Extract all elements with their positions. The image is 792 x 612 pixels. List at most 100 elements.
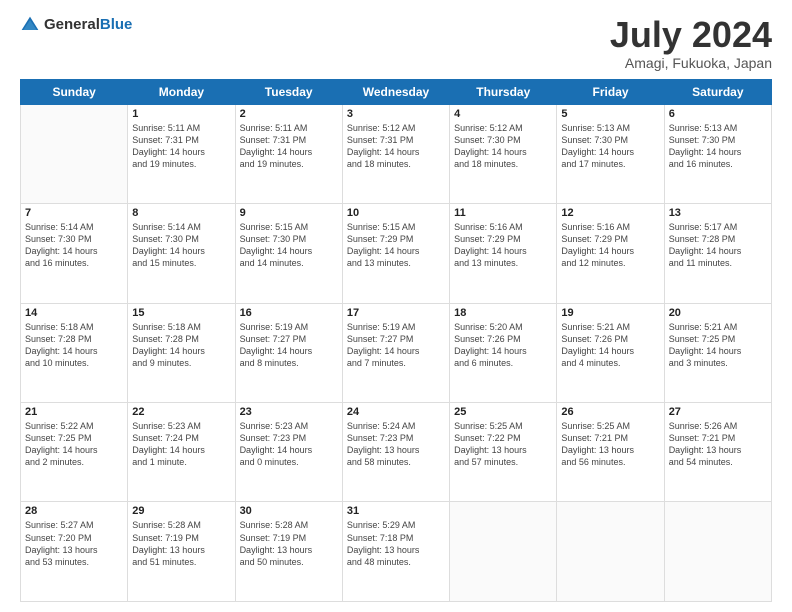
day-number: 11 [454, 207, 552, 219]
day-info: Sunrise: 5:29 AMSunset: 7:18 PMDaylight:… [347, 519, 445, 568]
day-info: Sunrise: 5:28 AMSunset: 7:19 PMDaylight:… [240, 519, 338, 568]
day-info: Sunrise: 5:23 AMSunset: 7:23 PMDaylight:… [240, 420, 338, 469]
calendar-cell [450, 502, 557, 602]
calendar-cell: 24Sunrise: 5:24 AMSunset: 7:23 PMDayligh… [342, 403, 449, 502]
calendar-cell: 20Sunrise: 5:21 AMSunset: 7:25 PMDayligh… [664, 303, 771, 402]
day-number: 16 [240, 307, 338, 319]
day-number: 7 [25, 207, 123, 219]
day-info: Sunrise: 5:13 AMSunset: 7:30 PMDaylight:… [561, 122, 659, 171]
header: GeneralBlue July 2024 Amagi, Fukuoka, Ja… [20, 15, 772, 71]
calendar-header-row: SundayMondayTuesdayWednesdayThursdayFrid… [21, 79, 772, 104]
calendar-header-friday: Friday [557, 79, 664, 104]
day-number: 24 [347, 406, 445, 418]
calendar-cell: 11 Sunrise: 5:16 AMSunset: 7:29 PMDayligh… [450, 204, 557, 303]
day-number: 1 [132, 108, 230, 120]
calendar-cell: 2 Sunrise: 5:11 AMSunset: 7:31 PMDaylight… [235, 104, 342, 203]
day-info: Sunrise: 5:17 AMSunset: 7:28 PMDaylight:… [669, 221, 767, 270]
calendar-cell: 19 Sunrise: 5:21 AMSunset: 7:26 PMDayligh… [557, 303, 664, 402]
calendar-cell: 14 Sunrise: 5:18 AMSunset: 7:28 PMDayligh… [21, 303, 128, 402]
calendar-header-wednesday: Wednesday [342, 79, 449, 104]
day-number: 27 [669, 406, 767, 418]
calendar-header-saturday: Saturday [664, 79, 771, 104]
calendar-cell: 9 Sunrise: 5:15 AMSunset: 7:30 PMDaylight… [235, 204, 342, 303]
calendar-cell [21, 104, 128, 203]
day-number: 9 [240, 207, 338, 219]
day-info: Sunrise: 5:16 AMSunset: 7:29 PMDaylight:… [454, 221, 552, 270]
title-area: July 2024 Amagi, Fukuoka, Japan [610, 15, 772, 71]
day-number: 30 [240, 505, 338, 517]
calendar-cell: 4Sunrise: 5:12 AMSunset: 7:30 PMDaylight… [450, 104, 557, 203]
calendar-table: SundayMondayTuesdayWednesdayThursdayFrid… [20, 79, 772, 602]
calendar-week-1: 1 Sunrise: 5:11 AMSunset: 7:31 PMDaylight… [21, 104, 772, 203]
calendar-header-thursday: Thursday [450, 79, 557, 104]
day-number: 28 [25, 505, 123, 517]
day-number: 25 [454, 406, 552, 418]
calendar-cell: 6Sunrise: 5:13 AMSunset: 7:30 PMDaylight… [664, 104, 771, 203]
calendar-header-monday: Monday [128, 79, 235, 104]
day-number: 23 [240, 406, 338, 418]
day-number: 18 [454, 307, 552, 319]
day-info: Sunrise: 5:25 AMSunset: 7:22 PMDaylight:… [454, 420, 552, 469]
logo-icon [20, 15, 40, 35]
day-info: Sunrise: 5:14 AMSunset: 7:30 PMDaylight:… [132, 221, 230, 270]
calendar-cell: 21 Sunrise: 5:22 AMSunset: 7:25 PMDayligh… [21, 403, 128, 502]
calendar-cell: 29Sunrise: 5:28 AMSunset: 7:19 PMDayligh… [128, 502, 235, 602]
day-info: Sunrise: 5:27 AMSunset: 7:20 PMDaylight:… [25, 519, 123, 568]
day-info: Sunrise: 5:16 AMSunset: 7:29 PMDaylight:… [561, 221, 659, 270]
day-info: Sunrise: 5:11 AMSunset: 7:31 PMDaylight:… [132, 122, 230, 171]
day-info: Sunrise: 5:25 AMSunset: 7:21 PMDaylight:… [561, 420, 659, 469]
day-number: 19 [561, 307, 659, 319]
calendar-cell: 10Sunrise: 5:15 AMSunset: 7:29 PMDayligh… [342, 204, 449, 303]
day-info: Sunrise: 5:19 AMSunset: 7:27 PMDaylight:… [240, 321, 338, 370]
day-info: Sunrise: 5:15 AMSunset: 7:30 PMDaylight:… [240, 221, 338, 270]
calendar-header-sunday: Sunday [21, 79, 128, 104]
day-info: Sunrise: 5:23 AMSunset: 7:24 PMDaylight:… [132, 420, 230, 469]
logo: GeneralBlue [20, 15, 132, 35]
calendar-cell: 8Sunrise: 5:14 AMSunset: 7:30 PMDaylight… [128, 204, 235, 303]
calendar-cell: 16 Sunrise: 5:19 AMSunset: 7:27 PMDayligh… [235, 303, 342, 402]
calendar-cell: 7 Sunrise: 5:14 AMSunset: 7:30 PMDaylight… [21, 204, 128, 303]
calendar-cell: 22Sunrise: 5:23 AMSunset: 7:24 PMDayligh… [128, 403, 235, 502]
day-info: Sunrise: 5:13 AMSunset: 7:30 PMDaylight:… [669, 122, 767, 171]
calendar-cell: 17 Sunrise: 5:19 AMSunset: 7:27 PMDayligh… [342, 303, 449, 402]
calendar-week-5: 28 Sunrise: 5:27 AMSunset: 7:20 PMDayligh… [21, 502, 772, 602]
month-year-title: July 2024 [610, 15, 772, 55]
calendar-cell: 18 Sunrise: 5:20 AMSunset: 7:26 PMDayligh… [450, 303, 557, 402]
calendar-cell: 28 Sunrise: 5:27 AMSunset: 7:20 PMDayligh… [21, 502, 128, 602]
day-info: Sunrise: 5:18 AMSunset: 7:28 PMDaylight:… [132, 321, 230, 370]
calendar-cell: 12 Sunrise: 5:16 AMSunset: 7:29 PMDayligh… [557, 204, 664, 303]
day-number: 21 [25, 406, 123, 418]
calendar-week-2: 7 Sunrise: 5:14 AMSunset: 7:30 PMDaylight… [21, 204, 772, 303]
day-info: Sunrise: 5:21 AMSunset: 7:26 PMDaylight:… [561, 321, 659, 370]
day-info: Sunrise: 5:21 AMSunset: 7:25 PMDaylight:… [669, 321, 767, 370]
day-number: 13 [669, 207, 767, 219]
calendar-cell: 3Sunrise: 5:12 AMSunset: 7:31 PMDaylight… [342, 104, 449, 203]
day-info: Sunrise: 5:18 AMSunset: 7:28 PMDaylight:… [25, 321, 123, 370]
day-info: Sunrise: 5:20 AMSunset: 7:26 PMDaylight:… [454, 321, 552, 370]
day-info: Sunrise: 5:19 AMSunset: 7:27 PMDaylight:… [347, 321, 445, 370]
day-number: 14 [25, 307, 123, 319]
calendar-cell: 30 Sunrise: 5:28 AMSunset: 7:19 PMDayligh… [235, 502, 342, 602]
calendar-cell: 23 Sunrise: 5:23 AMSunset: 7:23 PMDayligh… [235, 403, 342, 502]
calendar-header-tuesday: Tuesday [235, 79, 342, 104]
day-number: 26 [561, 406, 659, 418]
calendar-cell: 13 Sunrise: 5:17 AMSunset: 7:28 PMDayligh… [664, 204, 771, 303]
calendar-cell: 25 Sunrise: 5:25 AMSunset: 7:22 PMDayligh… [450, 403, 557, 502]
day-info: Sunrise: 5:26 AMSunset: 7:21 PMDaylight:… [669, 420, 767, 469]
day-info: Sunrise: 5:11 AMSunset: 7:31 PMDaylight:… [240, 122, 338, 171]
day-number: 17 [347, 307, 445, 319]
day-number: 2 [240, 108, 338, 120]
calendar-cell [664, 502, 771, 602]
day-info: Sunrise: 5:12 AMSunset: 7:31 PMDaylight:… [347, 122, 445, 171]
calendar-cell: 27 Sunrise: 5:26 AMSunset: 7:21 PMDayligh… [664, 403, 771, 502]
calendar-cell: 26 Sunrise: 5:25 AMSunset: 7:21 PMDayligh… [557, 403, 664, 502]
day-number: 12 [561, 207, 659, 219]
calendar-week-3: 14 Sunrise: 5:18 AMSunset: 7:28 PMDayligh… [21, 303, 772, 402]
day-info: Sunrise: 5:12 AMSunset: 7:30 PMDaylight:… [454, 122, 552, 171]
day-number: 31 [347, 505, 445, 517]
calendar-cell: 5Sunrise: 5:13 AMSunset: 7:30 PMDaylight… [557, 104, 664, 203]
day-info: Sunrise: 5:14 AMSunset: 7:30 PMDaylight:… [25, 221, 123, 270]
day-info: Sunrise: 5:15 AMSunset: 7:29 PMDaylight:… [347, 221, 445, 270]
day-info: Sunrise: 5:22 AMSunset: 7:25 PMDaylight:… [25, 420, 123, 469]
location-subtitle: Amagi, Fukuoka, Japan [610, 55, 772, 71]
